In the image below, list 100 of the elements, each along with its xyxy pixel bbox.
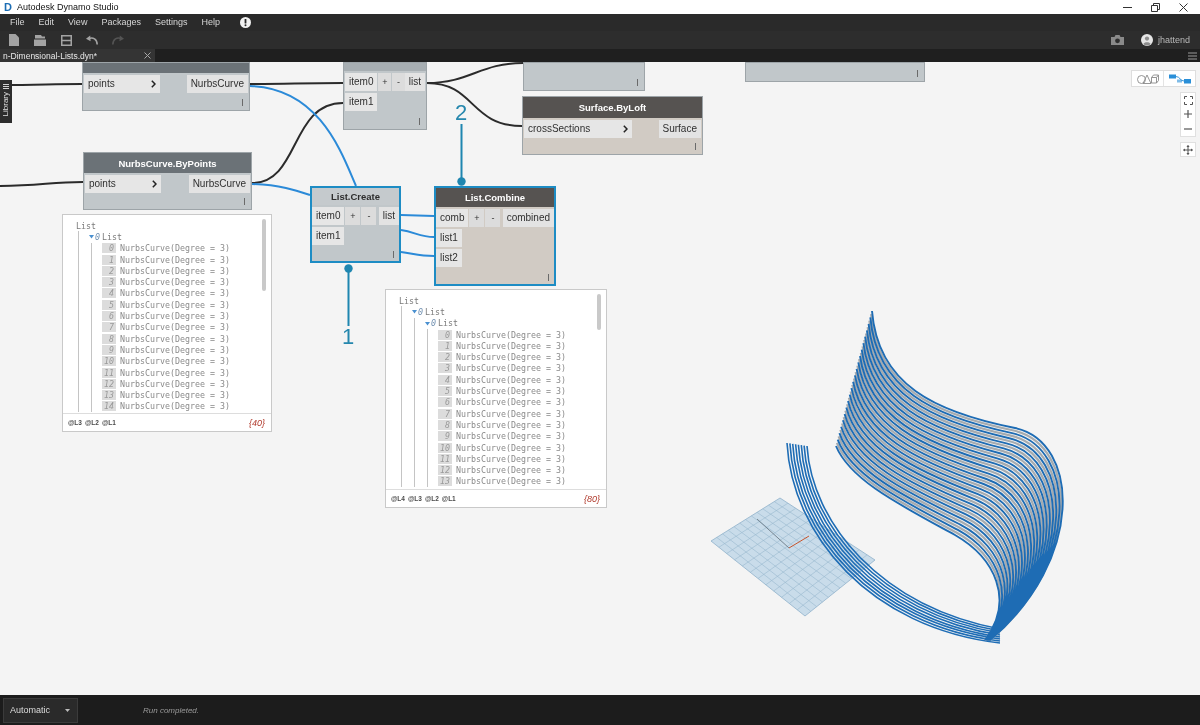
run-mode-dropdown[interactable]: Automatic — [3, 697, 78, 723]
user-name[interactable]: jhattend — [1157, 35, 1190, 45]
output-port[interactable]: list — [404, 73, 425, 91]
zoom-fit-button[interactable] — [1181, 93, 1195, 108]
chevron-icon — [152, 180, 157, 188]
save-icon — [60, 34, 72, 46]
item-value: NurbsCurve(Degree = 3) — [456, 419, 566, 430]
output-port[interactable]: Surface — [658, 120, 701, 138]
item-value: NurbsCurve(Degree = 3) — [120, 243, 230, 254]
close-icon[interactable] — [144, 52, 151, 59]
item-index: 0 — [438, 329, 452, 340]
node-title: List.Create — [330, 190, 381, 202]
item-value: NurbsCurve(Degree = 3) — [120, 254, 230, 265]
item-value: NurbsCurve(Degree = 3) — [456, 397, 566, 408]
item-value: NurbsCurve(Degree = 3) — [120, 311, 230, 321]
menu-item[interactable]: View — [68, 14, 88, 31]
scrollbar-thumb[interactable] — [597, 294, 601, 330]
expand-caret-icon[interactable] — [89, 234, 94, 240]
node-graph-icon — [1168, 73, 1191, 84]
item-value: NurbsCurve(Degree = 3) — [456, 386, 566, 396]
output-port[interactable]: list — [378, 207, 399, 225]
item-index: 11 — [438, 453, 452, 464]
item-value: NurbsCurve(Degree = 3) — [456, 408, 566, 419]
remove-input-button[interactable]: - — [485, 209, 501, 227]
callout-number: 1 — [341, 326, 355, 348]
menu-item[interactable]: Settings — [154, 14, 188, 31]
node-title: NurbsCurve.ByPoints — [118, 157, 217, 169]
menu-icon[interactable] — [1188, 51, 1197, 60]
input-port[interactable]: points — [84, 75, 160, 93]
item-value: NurbsCurve(Degree = 3) — [456, 431, 566, 442]
input-port[interactable]: item0 — [312, 207, 345, 225]
add-input-button[interactable]: + — [378, 73, 392, 91]
expand-caret-icon[interactable] — [412, 309, 417, 315]
menu-item[interactable]: File — [10, 14, 25, 31]
item-index: 12 — [438, 465, 452, 476]
alert-icon — [239, 17, 251, 28]
notifications-button[interactable] — [239, 17, 251, 28]
menu-item[interactable]: Packages — [101, 14, 141, 31]
undo-icon — [86, 35, 98, 45]
wire — [400, 229, 435, 238]
input-port[interactable]: list2 — [436, 249, 462, 267]
item-value: NurbsCurve(Degree = 3) — [120, 344, 230, 355]
graph-node[interactable]: NurbsCurve.ByPoints points NurbsCurve — [83, 152, 252, 210]
callout-number: 2 — [454, 102, 468, 124]
item-value: NurbsCurve(Degree = 3) — [456, 465, 566, 476]
node-title: List.Combine — [464, 191, 526, 203]
callout-leader — [343, 264, 353, 326]
item-value: NurbsCurve(Degree = 3) — [120, 288, 230, 299]
input-port[interactable]: crossSections — [524, 120, 632, 138]
item-index: 10 — [438, 442, 452, 453]
item-value: NurbsCurve(Degree = 3) — [456, 442, 566, 453]
item-count: {80} — [583, 493, 600, 504]
item-value: NurbsCurve(Degree = 3) — [120, 265, 230, 276]
item-index: 2 — [102, 265, 116, 276]
library-tab[interactable]: Library — [0, 80, 12, 123]
item-count: {40} — [248, 417, 265, 428]
graph-node[interactable]: Surface.ByLoft crossSections Surface — [522, 96, 703, 155]
input-port[interactable]: item0 — [345, 73, 378, 91]
pan-button[interactable] — [1180, 142, 1196, 157]
chevron-icon — [151, 80, 156, 88]
graph-node[interactable] — [745, 62, 925, 82]
output-port[interactable]: combined — [502, 209, 554, 227]
node-title: Surface.ByLoft — [578, 102, 647, 113]
status-text: Run completed. — [143, 705, 200, 715]
item-value: NurbsCurve(Degree = 3) — [456, 340, 566, 351]
expand-caret-icon[interactable] — [425, 320, 430, 326]
output-port[interactable]: NurbsCurve — [186, 75, 248, 93]
input-port[interactable]: item1 — [345, 93, 378, 111]
input-port[interactable]: item1 — [312, 227, 345, 245]
caret-icon — [65, 708, 70, 712]
remove-input-button[interactable]: - — [361, 207, 377, 225]
input-port[interactable]: list1 — [436, 229, 462, 247]
graph-node[interactable]: item0 + - list item1 — [343, 62, 427, 130]
scrollbar-thumb[interactable] — [262, 219, 266, 291]
graph-node[interactable]: List.Combine comb + - combined list1 list2 — [434, 186, 556, 286]
wire — [400, 214, 435, 217]
input-port[interactable]: points — [85, 175, 161, 193]
fit-screen-icon — [1183, 95, 1193, 105]
file-tab[interactable]: n-Dimensional-Lists.dyn* — [0, 49, 155, 62]
graph-node[interactable]: points NurbsCurve — [82, 62, 250, 111]
menu-item[interactable]: Help — [201, 14, 220, 31]
item-index: 13 — [102, 390, 116, 401]
input-port[interactable]: comb — [436, 209, 469, 227]
menu-item[interactable]: Edit — [38, 14, 55, 31]
add-input-button[interactable]: + — [345, 207, 361, 225]
list-label: List — [399, 295, 419, 306]
graph-node[interactable] — [523, 62, 645, 91]
list-label: List — [102, 231, 122, 242]
add-input-button[interactable]: + — [469, 209, 485, 227]
output-port[interactable]: NurbsCurve — [188, 175, 250, 193]
list-index: 0 — [95, 231, 100, 242]
item-value: NurbsCurve(Degree = 3) — [456, 476, 566, 487]
plus-icon — [1184, 110, 1192, 119]
graph-node[interactable]: List.Create item0 + - list item1 — [310, 186, 401, 263]
avatar-icon[interactable] — [1140, 34, 1153, 46]
item-value: NurbsCurve(Degree = 3) — [120, 299, 230, 310]
item-index: 3 — [102, 277, 116, 288]
remove-input-button[interactable]: - — [392, 73, 405, 91]
item-value: NurbsCurve(Degree = 3) — [456, 329, 566, 340]
item-index: 6 — [102, 311, 116, 321]
